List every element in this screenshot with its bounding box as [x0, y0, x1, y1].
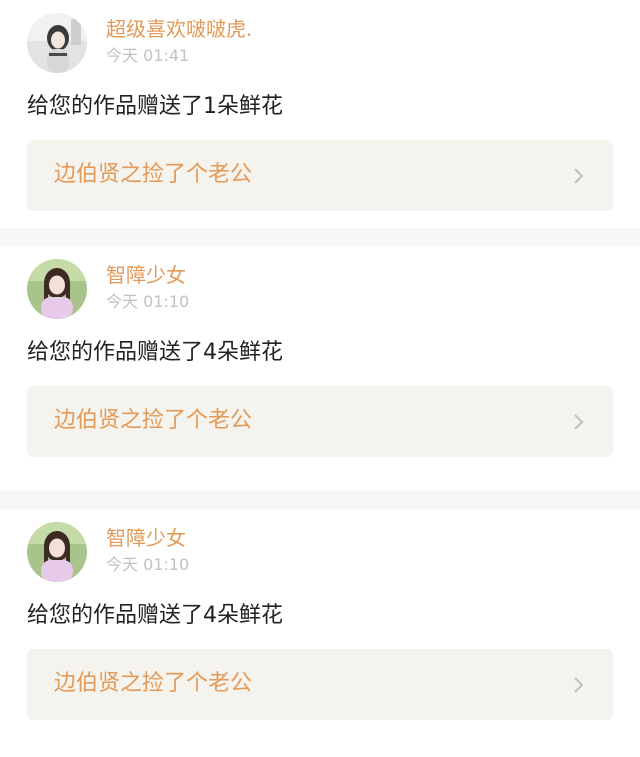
chevron-right-icon [569, 676, 587, 694]
notification-item: 智障少女 今天 01:10 给您的作品赠送了4朵鲜花 边伯贤之捡了个老公 [0, 246, 640, 491]
notification-item: 超级喜欢啵啵虎. 今天 01:41 给您的作品赠送了1朵鲜花 边伯贤之捡了个老公 [0, 0, 640, 228]
gift-message: 给您的作品赠送了4朵鲜花 [27, 603, 283, 628]
chevron-right-icon [569, 413, 587, 431]
divider [0, 491, 640, 509]
gift-message: 给您的作品赠送了1朵鲜花 [27, 94, 283, 119]
chevron-right-icon [569, 167, 587, 185]
notification-item: 智障少女 今天 01:10 给您的作品赠送了4朵鲜花 边伯贤之捡了个老公 [0, 509, 640, 754]
work-title: 边伯贤之捡了个老公 [54, 162, 253, 187]
work-title: 边伯贤之捡了个老公 [54, 671, 253, 696]
timestamp: 今天 01:10 [106, 555, 190, 574]
timestamp: 今天 01:41 [106, 46, 190, 65]
work-link[interactable]: 边伯贤之捡了个老公 [27, 140, 613, 211]
avatar[interactable] [27, 259, 87, 319]
work-link[interactable]: 边伯贤之捡了个老公 [27, 649, 613, 720]
avatar[interactable] [27, 522, 87, 582]
divider [0, 228, 640, 246]
work-link[interactable]: 边伯贤之捡了个老公 [27, 386, 613, 457]
gift-message: 给您的作品赠送了4朵鲜花 [27, 340, 283, 365]
username[interactable]: 超级喜欢啵啵虎. [106, 17, 252, 41]
timestamp: 今天 01:10 [106, 292, 190, 311]
avatar[interactable] [27, 13, 87, 73]
work-title: 边伯贤之捡了个老公 [54, 408, 253, 433]
username[interactable]: 智障少女 [106, 526, 186, 550]
username[interactable]: 智障少女 [106, 263, 186, 287]
